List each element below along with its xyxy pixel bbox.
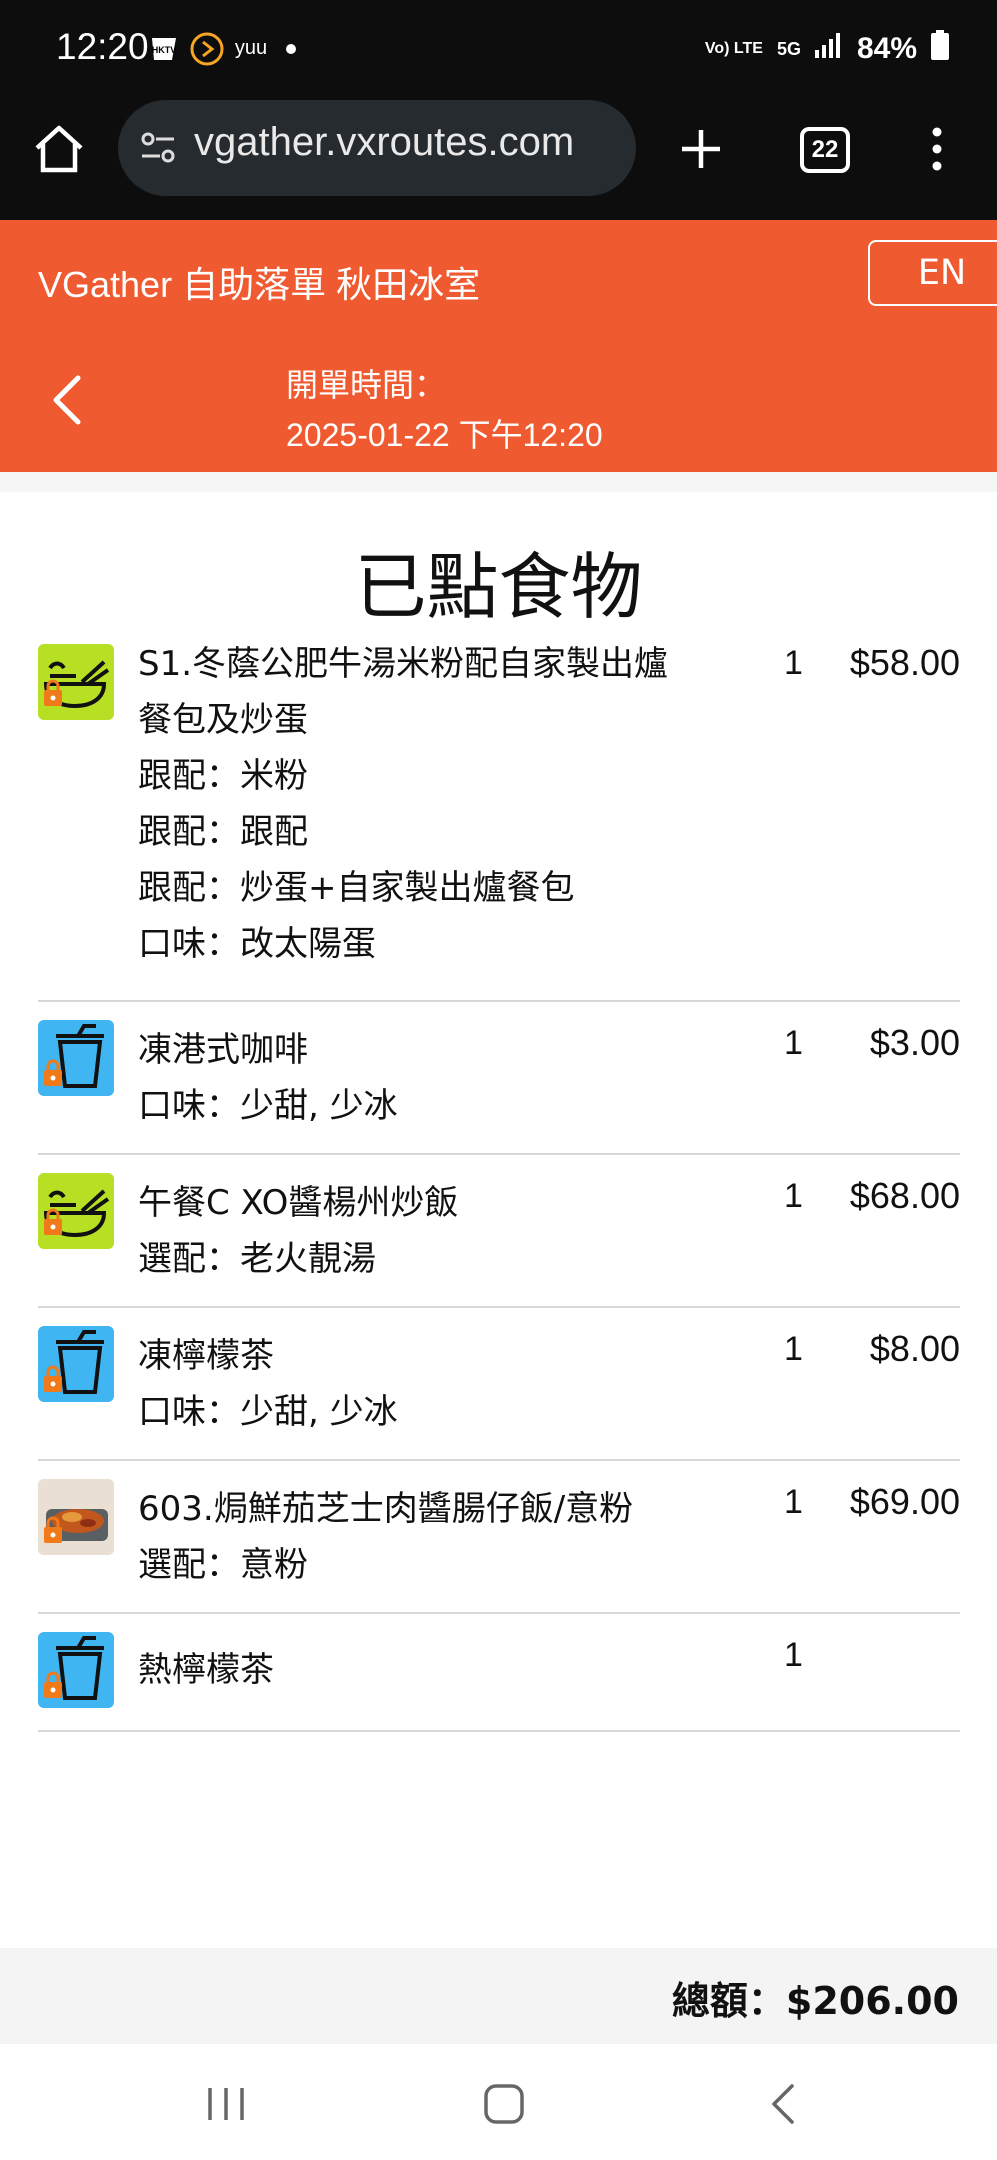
item-option: 選配：老火靚湯	[138, 1239, 376, 1279]
item-price: $68.00	[849, 1175, 960, 1216]
app-header: VGather 自助落單 秋田冰室 EN 開單時間： 2025-01-22 下午…	[0, 220, 997, 472]
battery-icon	[931, 30, 949, 68]
status-time: 12:20	[56, 26, 149, 67]
item-name: 熱檸檬茶	[138, 1650, 274, 1690]
new-tab-icon[interactable]	[678, 126, 724, 172]
item-quantity: 1	[784, 1636, 803, 1674]
network-type: 5G	[776, 38, 801, 59]
item-name-line: 餐包及炒蛋	[138, 700, 308, 740]
total-amount: 總額：$206.00	[671, 1979, 959, 2023]
item-quantity: 1	[784, 644, 803, 682]
item-option: 跟配：炒蛋+自家製出爐餐包	[138, 868, 575, 908]
status-bar: 12:20 HKTV yuu Vo) LTE 5G 84%	[0, 0, 997, 100]
open-time-label: 開單時間：	[286, 366, 447, 404]
battery-percent: 84%	[856, 32, 917, 65]
order-item: S1.冬蔭公肥牛湯米粉配自家製出爐 餐包及炒蛋 跟配：米粉 跟配：跟配 跟配：炒…	[38, 636, 960, 1002]
site-settings-icon[interactable]	[138, 128, 178, 168]
home-nav-icon[interactable]	[482, 2082, 526, 2126]
item-price: $8.00	[869, 1328, 960, 1369]
item-name: 603.焗鮮茄芝士肉醬腸仔飯/意粉	[138, 1489, 634, 1529]
item-quantity: 1	[784, 1330, 803, 1368]
back-nav-icon[interactable]	[768, 2082, 798, 2126]
order-item: 603.焗鮮茄芝士肉醬腸仔飯/意粉 選配：意粉 1 $69.00	[38, 1459, 960, 1614]
item-name: S1.冬蔭公肥牛湯米粉配自家製出爐 餐包及炒蛋	[138, 636, 758, 748]
item-price: $58.00	[849, 642, 960, 683]
item-option: 跟配：跟配	[138, 812, 308, 852]
hktv-icon: HKTV	[146, 34, 182, 64]
more-notifications-dot	[286, 44, 296, 54]
order-item: 熱檸檬茶 1	[38, 1612, 960, 1732]
signal-icon	[814, 32, 843, 66]
item-quantity: 1	[784, 1483, 803, 1521]
drink-cup-icon	[38, 1326, 114, 1402]
item-quantity: 1	[784, 1024, 803, 1062]
item-name: 凍港式咖啡	[138, 1030, 308, 1070]
yuu-icon: yuu	[234, 36, 268, 59]
item-option: 口味：少甜, 少冰	[138, 1392, 398, 1432]
drink-cup-icon	[38, 1020, 114, 1096]
recent-apps-icon[interactable]	[204, 2084, 248, 2124]
more-options-icon[interactable]	[924, 126, 950, 172]
open-time-value: 2025-01-22 下午12:20	[286, 417, 603, 453]
network-label: Vo) LTE	[704, 40, 763, 57]
home-icon[interactable]	[32, 122, 86, 176]
page-title: 已點食物	[354, 545, 643, 629]
url-bar[interactable]: vgather.vxroutes.com	[118, 100, 636, 196]
back-arrow-icon[interactable]	[48, 372, 88, 428]
bowl-icon	[38, 1173, 114, 1249]
system-nav-bar	[0, 2044, 997, 2160]
item-name-line: S1.冬蔭公肥牛湯米粉配自家製出爐	[138, 644, 669, 684]
order-item: 午餐C XO醬楊州炒飯 選配：老火靚湯 1 $68.00	[38, 1153, 960, 1308]
browser-toolbar: vgather.vxroutes.com 22	[0, 100, 997, 220]
play-arrow-icon	[190, 32, 224, 66]
total-bar: 總額：$206.00	[0, 1948, 997, 2044]
drink-cup-icon	[38, 1632, 114, 1708]
bowl-icon	[38, 644, 114, 720]
food-photo-icon	[38, 1479, 114, 1555]
item-name: 午餐C XO醬楊州炒飯	[138, 1183, 459, 1223]
tab-switcher-button[interactable]: 22	[800, 127, 850, 173]
order-item: 凍港式咖啡 口味：少甜, 少冰 1 $3.00	[38, 1000, 960, 1155]
item-option: 口味：改太陽蛋	[138, 924, 376, 964]
header-divider	[0, 472, 997, 492]
item-option: 跟配：米粉	[138, 756, 308, 796]
url-text[interactable]: vgather.vxroutes.com	[194, 120, 574, 165]
item-option: 選配：意粉	[138, 1545, 308, 1585]
item-option: 口味：少甜, 少冰	[138, 1086, 398, 1126]
item-price: $69.00	[849, 1481, 960, 1522]
item-price: $3.00	[869, 1022, 960, 1063]
app-title: VGather 自助落單 秋田冰室	[38, 264, 481, 305]
item-quantity: 1	[784, 1177, 803, 1215]
status-right: Vo) LTE 5G 84%	[705, 30, 949, 68]
svg-text:HKTV: HKTV	[152, 45, 177, 55]
item-name: 凍檸檬茶	[138, 1336, 274, 1376]
order-item: 凍檸檬茶 口味：少甜, 少冰 1 $8.00	[38, 1306, 960, 1461]
language-button[interactable]: EN	[868, 240, 997, 306]
